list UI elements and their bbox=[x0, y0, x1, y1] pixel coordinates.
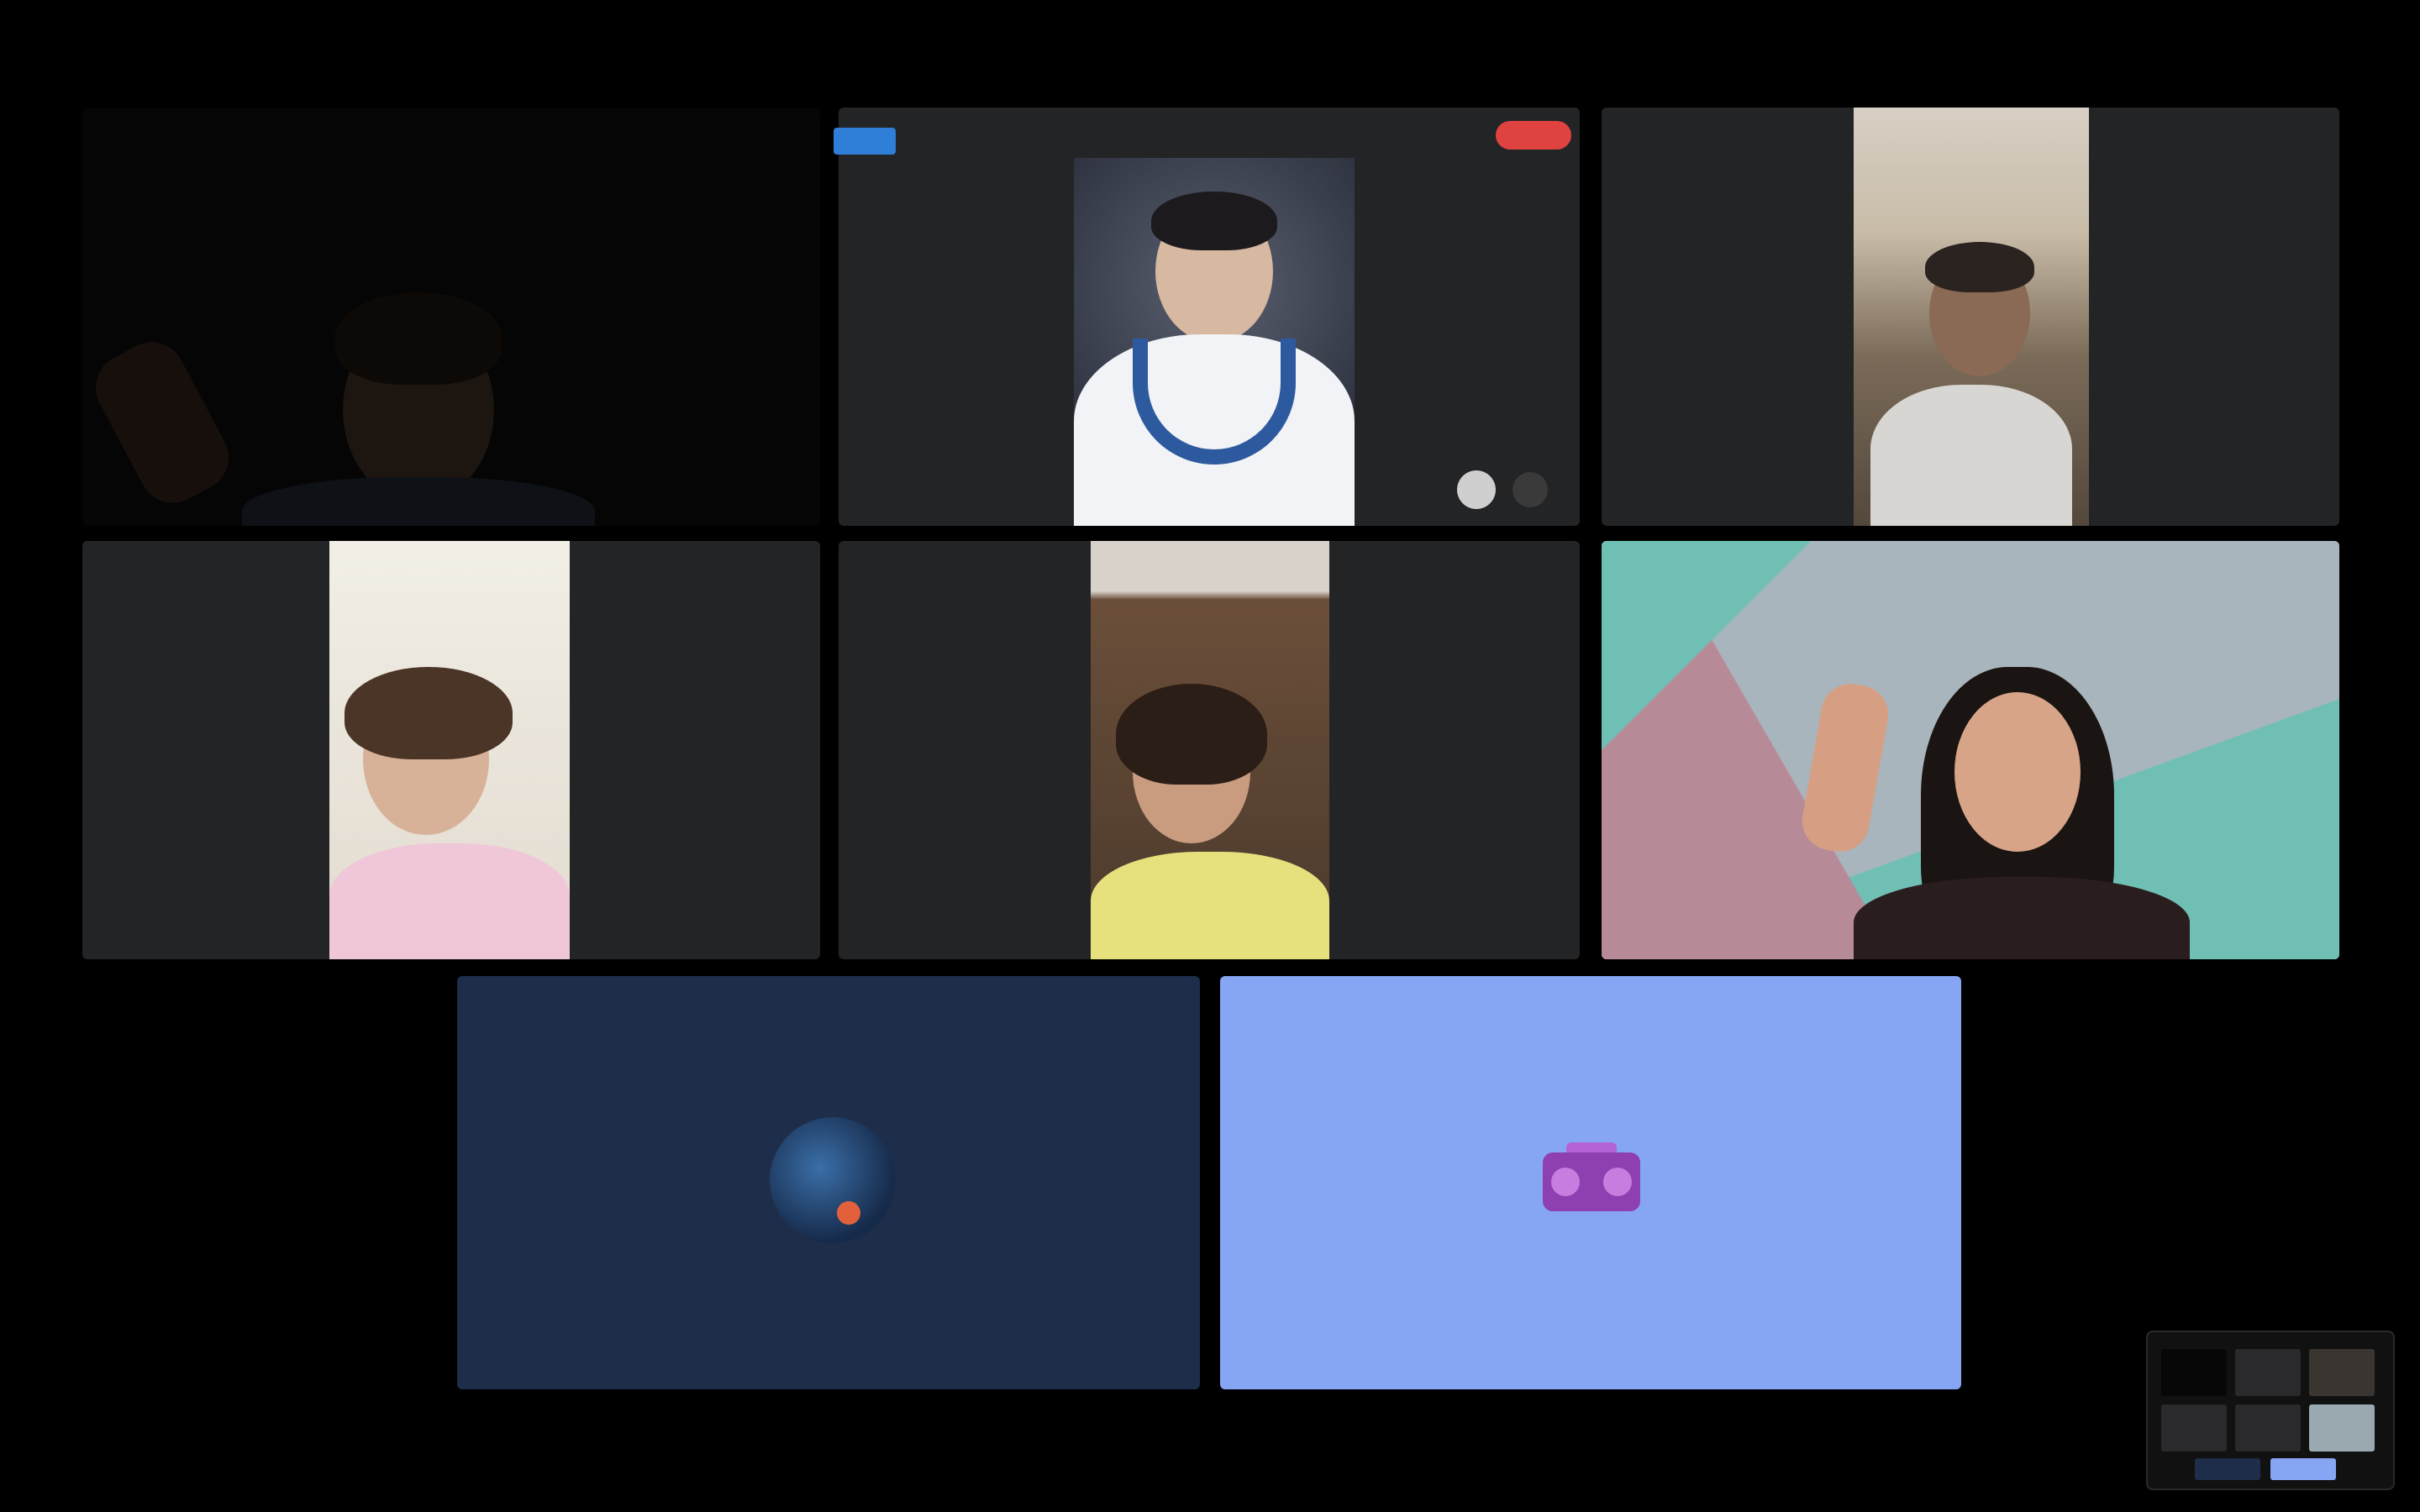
thumbnail-strip[interactable] bbox=[2146, 1331, 2395, 1490]
participant-video bbox=[1854, 108, 2089, 526]
mini-tile-6 bbox=[2309, 1404, 2375, 1452]
participant-torso bbox=[329, 843, 570, 959]
participant-hair bbox=[334, 292, 502, 385]
boombox-speaker-right bbox=[1603, 1168, 1632, 1196]
recording-indicator[interactable] bbox=[1496, 121, 1571, 150]
screen-share-badge[interactable] bbox=[834, 128, 896, 155]
mini-tile-5 bbox=[2235, 1404, 2301, 1452]
participant-tile-4[interactable] bbox=[82, 541, 820, 959]
mini-tile-7 bbox=[2195, 1458, 2260, 1480]
participant-tile-6[interactable] bbox=[1602, 541, 2339, 959]
participant-video bbox=[329, 541, 570, 959]
participant-tile-2[interactable] bbox=[839, 108, 1580, 526]
share-control-icon[interactable] bbox=[1457, 470, 1496, 509]
participant-torso bbox=[242, 477, 595, 526]
mini-tile-8 bbox=[2270, 1458, 2336, 1480]
share-more-icon[interactable] bbox=[1512, 472, 1548, 507]
peace-sign-hand bbox=[83, 330, 241, 515]
participant-video bbox=[1091, 541, 1329, 959]
participant-tile-8[interactable] bbox=[1220, 976, 1961, 1389]
mini-tile-1 bbox=[2161, 1349, 2227, 1396]
participant-tile-5[interactable] bbox=[839, 541, 1580, 959]
boombox-icon bbox=[1543, 1142, 1640, 1211]
photo-hair bbox=[1151, 192, 1277, 250]
participant-torso bbox=[1091, 852, 1329, 959]
participant-hair bbox=[345, 667, 513, 759]
mini-tile-2 bbox=[2235, 1349, 2301, 1396]
participant-hair bbox=[1116, 684, 1267, 785]
participant-torso bbox=[1870, 385, 2072, 526]
boombox-handle bbox=[1566, 1142, 1617, 1152]
mini-tile-4 bbox=[2161, 1404, 2227, 1452]
participant-tile-7[interactable] bbox=[457, 976, 1200, 1389]
participant-tile-3[interactable] bbox=[1602, 108, 2339, 526]
space-planet-icon bbox=[770, 1117, 896, 1243]
participant-tile-1[interactable] bbox=[82, 108, 820, 526]
participant-hair bbox=[1925, 242, 2034, 292]
participant-face-front bbox=[1954, 692, 2081, 852]
boombox-speaker-left bbox=[1551, 1168, 1580, 1196]
participant-torso bbox=[1854, 877, 2190, 959]
planet-dot bbox=[837, 1201, 860, 1225]
mini-tile-3 bbox=[2309, 1349, 2375, 1396]
shared-photo bbox=[1074, 158, 1355, 526]
